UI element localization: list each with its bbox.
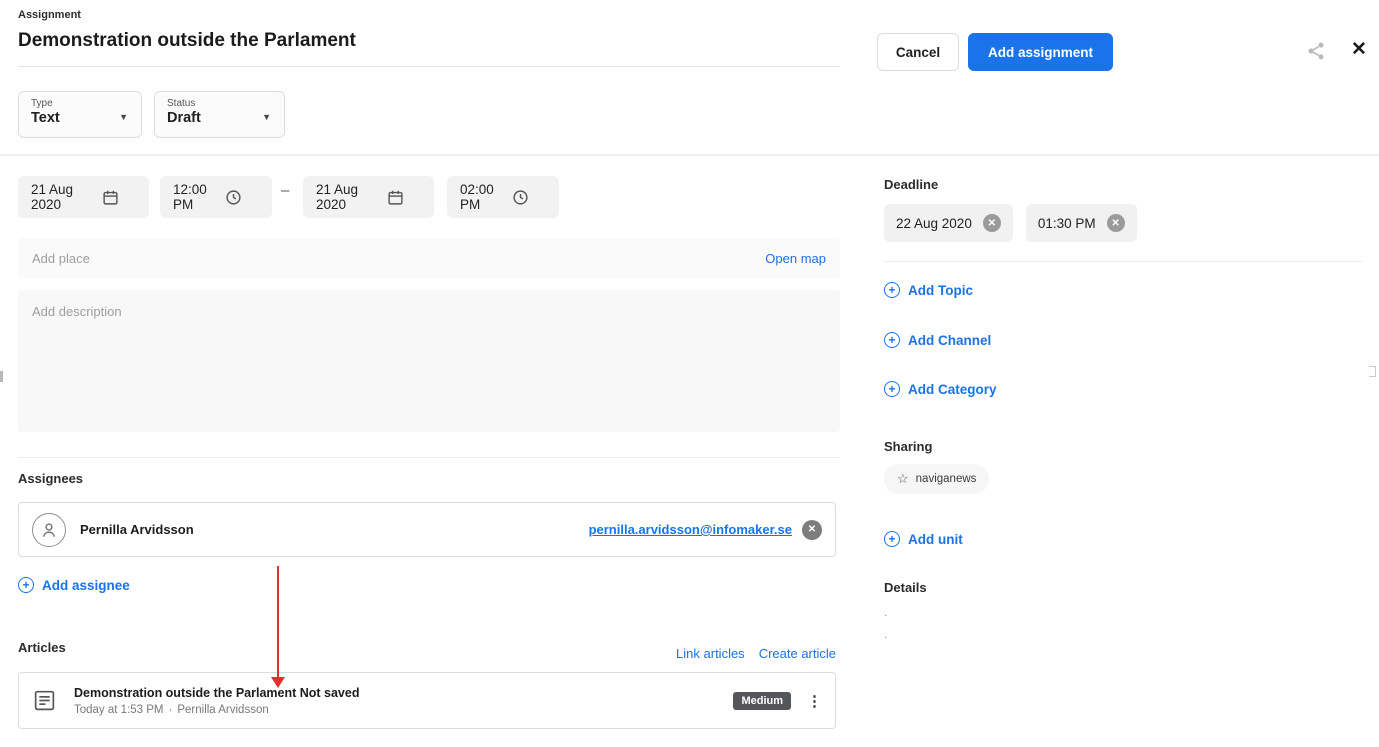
plus-circle-icon: +: [18, 577, 34, 593]
close-icon[interactable]: ✕: [1351, 38, 1367, 61]
add-topic-button[interactable]: + Add Topic: [884, 282, 1362, 298]
type-dropdown-label: Type: [31, 98, 53, 109]
clock-icon: [512, 189, 529, 206]
article-title: Demonstration outside the Parlament Not …: [74, 685, 360, 700]
add-category-label: Add Category: [908, 381, 997, 397]
create-article-link[interactable]: Create article: [759, 646, 836, 661]
right-edge-artifact: [1369, 366, 1376, 377]
sharing-unit-chip[interactable]: ☆ naviganews: [884, 464, 990, 494]
add-assignment-button[interactable]: Add assignment: [968, 33, 1113, 71]
date-range-separator: –: [281, 182, 290, 199]
link-articles-link[interactable]: Link articles: [676, 646, 745, 661]
plus-circle-icon: +: [884, 531, 900, 547]
chevron-down-icon: ▼: [262, 112, 271, 122]
assignment-field-label: Assignment: [18, 9, 81, 21]
assignee-name: Pernilla Arvidsson: [80, 522, 194, 537]
article-document-icon: [32, 688, 57, 713]
calendar-icon: [102, 189, 119, 206]
deadline-time-value: 01:30 PM: [1037, 215, 1096, 231]
start-date-picker[interactable]: 21 Aug 2020: [18, 176, 149, 218]
annotation-arrow: [277, 566, 279, 678]
annotation-arrow-head: [271, 677, 285, 688]
status-dropdown[interactable]: Status Draft ▼: [154, 91, 285, 138]
clock-icon: [225, 189, 242, 206]
section-divider: [18, 457, 840, 458]
header-divider: [0, 154, 1379, 156]
status-dropdown-label: Status: [167, 98, 196, 109]
add-topic-label: Add Topic: [908, 282, 973, 298]
description-placeholder: Add description: [32, 304, 122, 319]
add-unit-label: Add unit: [908, 531, 963, 547]
assignees-heading: Assignees: [18, 471, 84, 486]
plus-circle-icon: +: [884, 282, 900, 298]
details-row: .: [884, 605, 888, 619]
assignee-row: Pernilla Arvidsson pernilla.arvidsson@in…: [18, 502, 836, 557]
add-assignee-button[interactable]: + Add assignee: [18, 577, 130, 593]
open-map-link[interactable]: Open map: [765, 251, 826, 266]
description-input[interactable]: Add description: [18, 290, 840, 432]
details-heading: Details: [884, 580, 927, 595]
person-avatar-icon: [32, 512, 66, 547]
priority-badge: Medium: [733, 691, 791, 710]
cancel-button[interactable]: Cancel: [877, 33, 959, 71]
add-unit-button[interactable]: + Add unit: [884, 531, 1362, 547]
remove-deadline-date-icon[interactable]: ✕: [982, 214, 1001, 232]
article-author: Pernilla Arvidsson: [177, 703, 269, 716]
end-date-picker[interactable]: 21 Aug 2020: [303, 176, 434, 218]
place-input[interactable]: Add place Open map: [18, 238, 840, 278]
end-time-picker[interactable]: 02:00 PM: [447, 176, 559, 218]
left-edge-artifact: [0, 371, 3, 382]
deadline-date-chip[interactable]: 22 Aug 2020 ✕: [884, 204, 1013, 242]
type-dropdown-value: Text: [31, 110, 60, 126]
article-meta: Today at 1:53 PM · Pernilla Arvidsson: [74, 704, 359, 716]
status-dropdown-value: Draft: [167, 110, 201, 126]
meta-separator: ·: [168, 703, 173, 716]
plus-circle-icon: +: [884, 332, 900, 348]
start-time-picker[interactable]: 12:00 PM: [160, 176, 272, 218]
add-assignee-label: Add assignee: [42, 577, 130, 593]
deadline-time-chip[interactable]: 01:30 PM ✕: [1025, 204, 1137, 242]
share-icon[interactable]: [1306, 41, 1326, 61]
metadata-panel: Deadline 22 Aug 2020 ✕ 01:30 PM ✕ + Add …: [884, 177, 1362, 641]
assignment-dialog: Assignment Demonstration outside the Par…: [0, 0, 1379, 747]
sharing-unit-name: naviganews: [915, 473, 977, 485]
remove-deadline-time-icon[interactable]: ✕: [1106, 214, 1125, 232]
add-channel-button[interactable]: + Add Channel: [884, 332, 1362, 348]
chevron-down-icon: ▼: [119, 112, 128, 122]
article-actions: Link articles Create article: [18, 646, 836, 661]
star-icon: ☆: [897, 471, 909, 486]
start-time-value: 12:00 PM: [173, 182, 207, 212]
deadline-divider: [884, 261, 1362, 262]
plus-circle-icon: +: [884, 381, 900, 397]
kebab-menu-icon[interactable]: ⋮: [807, 692, 822, 710]
end-date-value: 21 Aug 2020: [316, 182, 359, 212]
deadline-heading: Deadline: [884, 177, 939, 192]
sharing-heading: Sharing: [884, 439, 933, 454]
type-dropdown[interactable]: Type Text ▼: [18, 91, 142, 138]
article-timestamp: Today at 1:53 PM: [74, 703, 164, 716]
calendar-icon: [387, 189, 404, 206]
end-time-value: 02:00 PM: [460, 182, 494, 212]
add-channel-label: Add Channel: [908, 332, 992, 348]
details-row: .: [884, 627, 888, 641]
remove-assignee-icon[interactable]: ✕: [802, 519, 822, 540]
start-date-value: 21 Aug 2020: [31, 182, 74, 212]
assignment-title-input[interactable]: Demonstration outside the Parlament: [18, 30, 840, 67]
deadline-date-value: 22 Aug 2020: [896, 215, 972, 231]
article-row[interactable]: Demonstration outside the Parlament Not …: [18, 672, 836, 729]
deadline-chips: 22 Aug 2020 ✕ 01:30 PM ✕: [884, 204, 1362, 242]
place-placeholder: Add place: [32, 250, 90, 266]
assignee-email-link[interactable]: pernilla.arvidsson@infomaker.se: [589, 522, 792, 537]
add-category-button[interactable]: + Add Category: [884, 381, 1362, 397]
